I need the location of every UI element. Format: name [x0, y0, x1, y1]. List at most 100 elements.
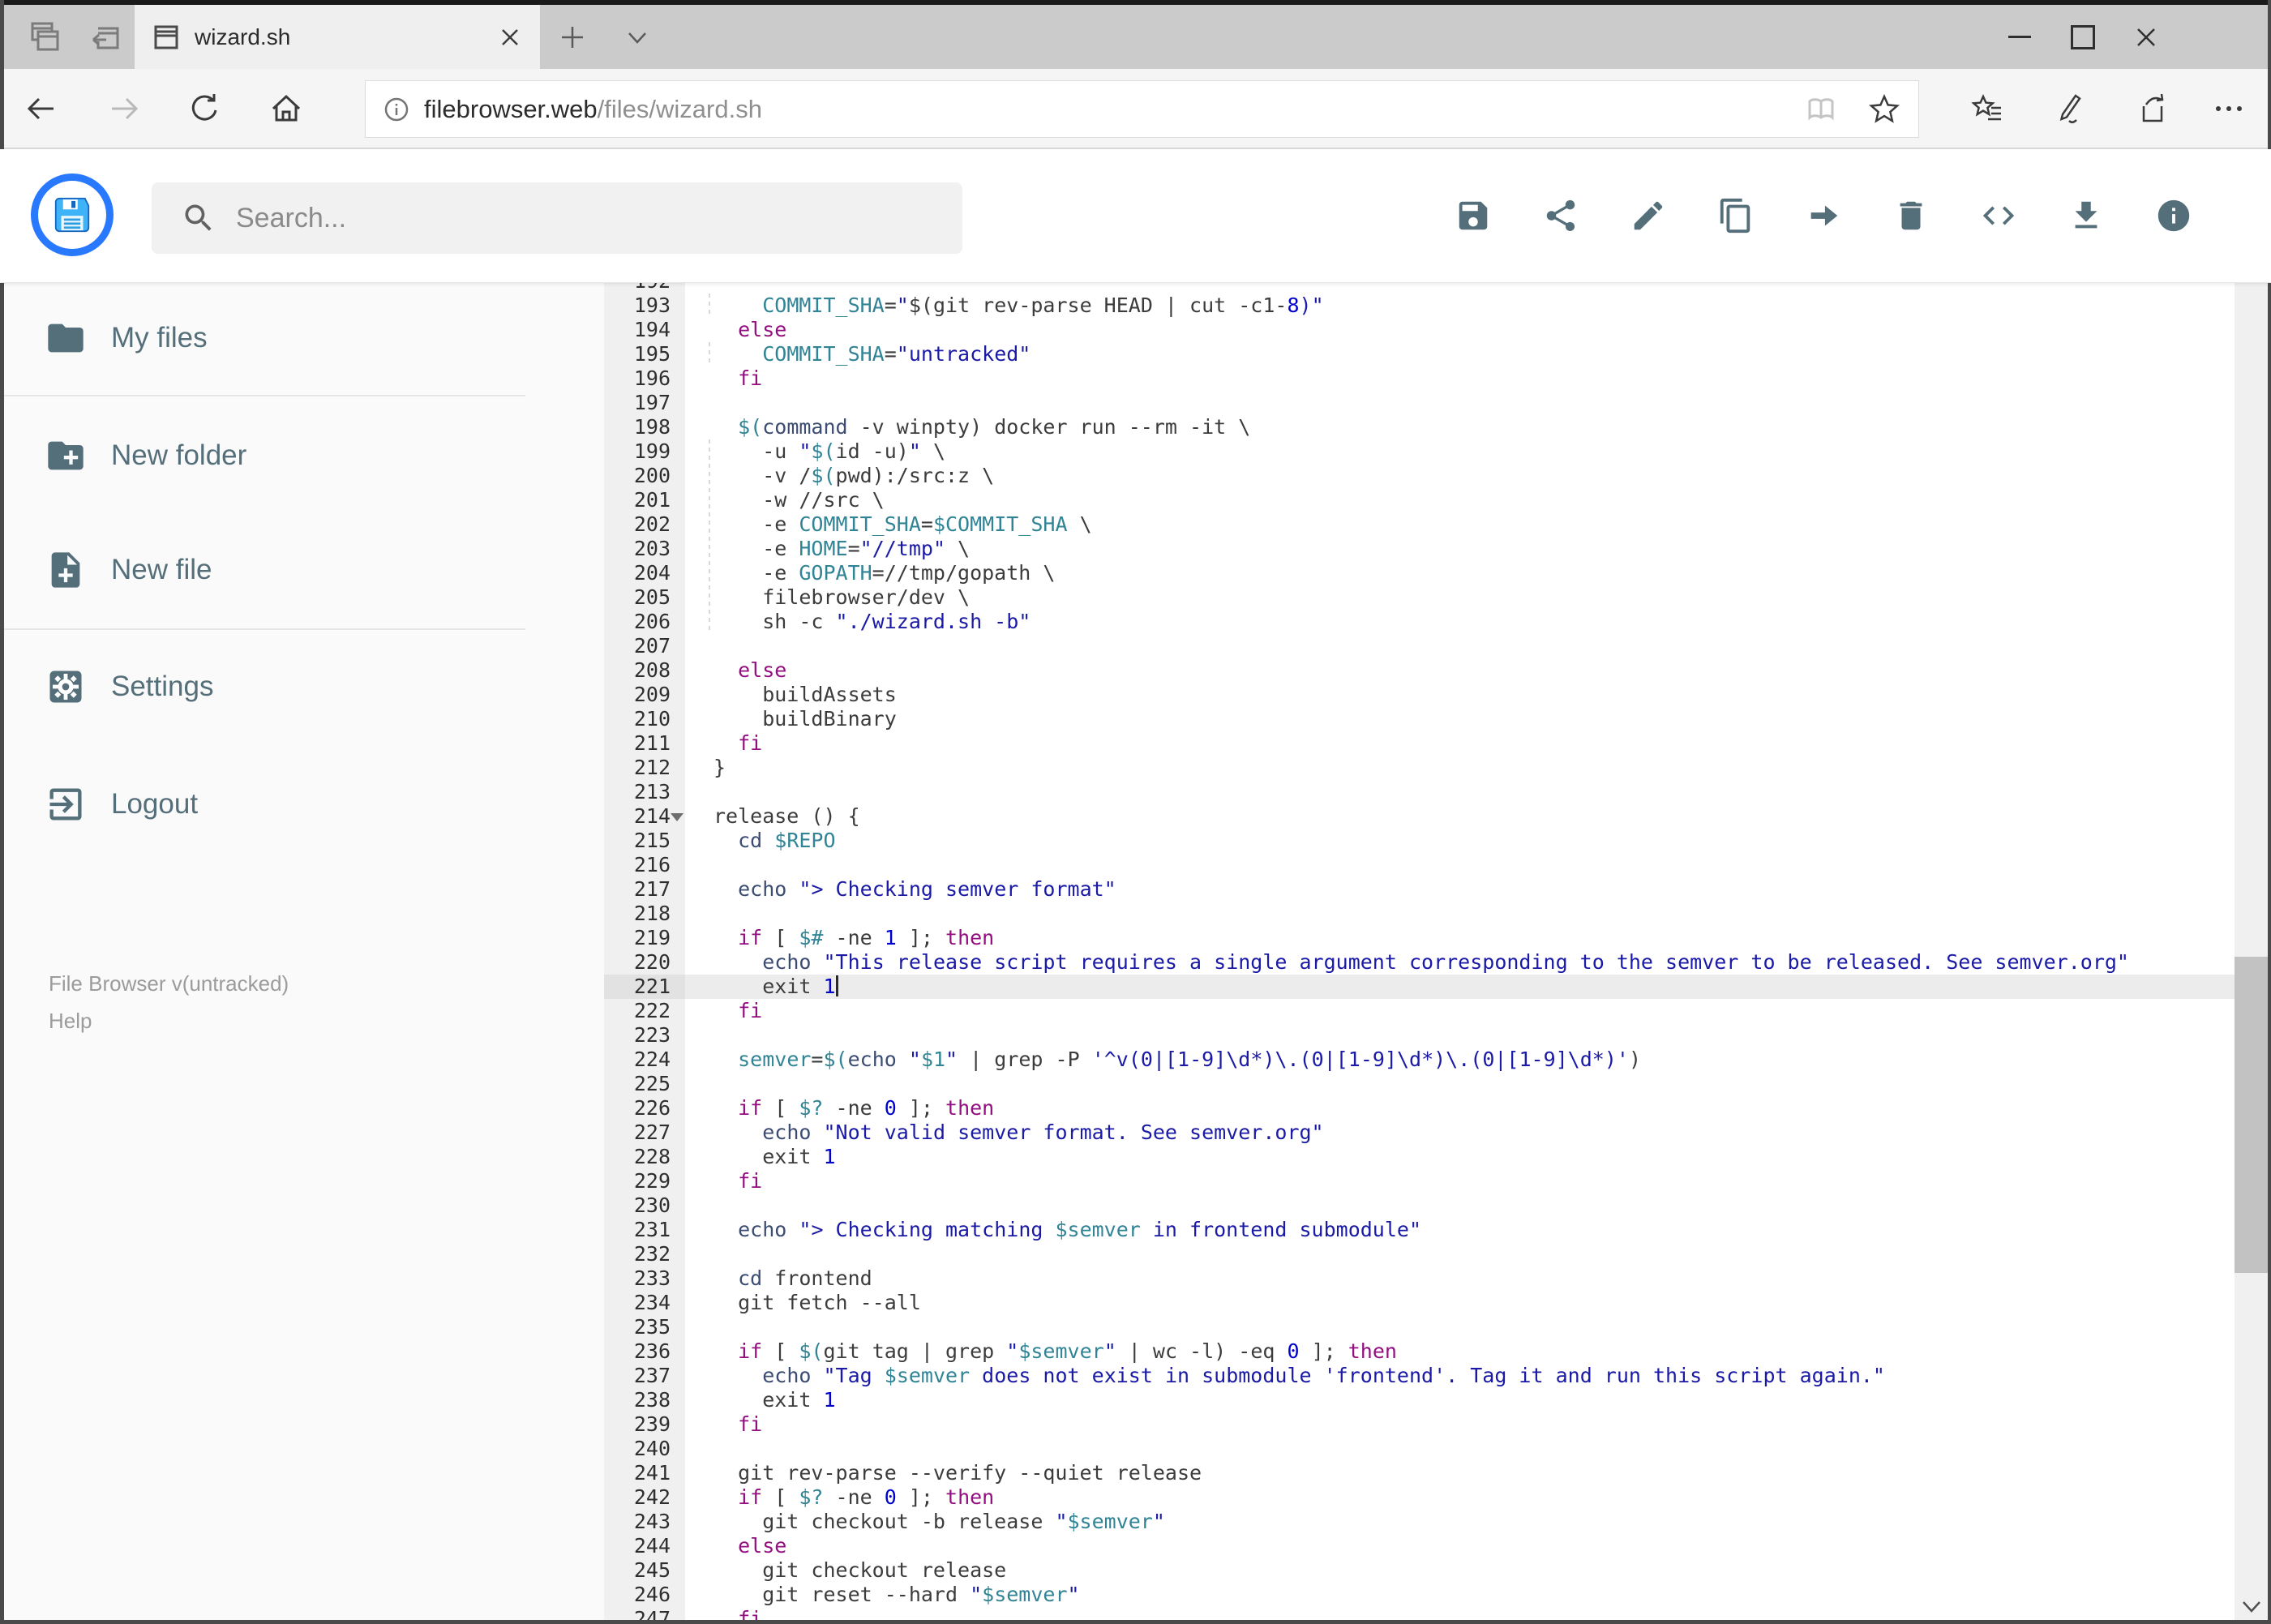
hub-button[interactable] — [1960, 69, 2014, 148]
code-line[interactable]: 243 git checkout -b release "$semver" — [604, 1510, 2235, 1534]
close-button[interactable] — [2115, 5, 2178, 69]
code-line[interactable]: 224 semver=$(echo "$1" | grep -P '^v(0|[… — [604, 1048, 2235, 1072]
code-line[interactable]: 203 -e HOME="//tmp" \ — [604, 537, 2235, 561]
code-line[interactable]: 212} — [604, 756, 2235, 780]
page-scrollbar-track[interactable] — [2235, 150, 2268, 1622]
code-line[interactable]: 239 fi — [604, 1412, 2235, 1437]
code-line[interactable]: 232 — [604, 1242, 2235, 1266]
scroll-down-button[interactable] — [2235, 1591, 2268, 1623]
code-line[interactable]: 227 echo "Not valid semver format. See s… — [604, 1121, 2235, 1145]
code-line[interactable]: 237 echo "Tag $semver does not exist in … — [604, 1364, 2235, 1388]
code-line[interactable]: 233 cd frontend — [604, 1266, 2235, 1291]
share-button[interactable] — [1520, 149, 1601, 282]
sidebar-item-new-file[interactable]: New file — [0, 533, 604, 606]
code-line[interactable]: 206 sh -c "./wizard.sh -b" — [604, 610, 2235, 634]
file-info-button[interactable] — [2133, 149, 2214, 282]
code-line[interactable]: 234 git fetch --all — [604, 1291, 2235, 1315]
code-line[interactable]: 216 — [604, 853, 2235, 877]
edit-button[interactable] — [1608, 149, 1689, 282]
code-line[interactable]: 213 — [604, 780, 2235, 804]
maximize-button[interactable] — [2051, 5, 2115, 69]
delete-button[interactable] — [1870, 149, 1952, 282]
code-editor[interactable]: 192193 COMMIT_SHA="$(git rev-parse HEAD … — [604, 282, 2235, 1622]
sidebar-item-my-files[interactable]: My files — [0, 302, 604, 375]
share-page-button[interactable] — [2126, 69, 2179, 148]
code-line[interactable]: 235 — [604, 1315, 2235, 1339]
minimize-button[interactable] — [1988, 5, 2051, 69]
fold-icon[interactable] — [671, 813, 683, 821]
code-line[interactable]: 242 if [ $? -ne 0 ]; then — [604, 1485, 2235, 1510]
code-line[interactable]: 211 fi — [604, 731, 2235, 756]
home-button[interactable] — [258, 69, 315, 148]
code-line[interactable]: 199 -u "$(id -u)" \ — [604, 439, 2235, 464]
code-line[interactable]: 214 release () { — [604, 804, 2235, 829]
code-line[interactable]: 231 echo "> Checking matching $semver in… — [604, 1218, 2235, 1242]
code-line[interactable]: 240 — [604, 1437, 2235, 1461]
more-button[interactable] — [2202, 69, 2256, 148]
code-line[interactable]: 226 if [ $? -ne 0 ]; then — [604, 1096, 2235, 1121]
code-line[interactable]: 192 — [604, 282, 2235, 294]
code-line[interactable]: 223 — [604, 1023, 2235, 1048]
code-line[interactable]: 205 filebrowser/dev \ — [604, 585, 2235, 610]
ink-button[interactable] — [2043, 69, 2097, 148]
refresh-button[interactable] — [177, 69, 234, 148]
code-line[interactable]: 236 if [ $(git tag | grep "$semver" | wc… — [604, 1339, 2235, 1364]
code-line[interactable]: 222 fi — [604, 999, 2235, 1023]
code-line[interactable]: 209 buildAssets — [604, 683, 2235, 707]
set-tabs-aside-button[interactable] — [77, 5, 134, 69]
address-bar[interactable]: filebrowser.web/files/wizard.sh — [365, 80, 1919, 138]
back-button[interactable] — [13, 69, 70, 148]
reading-view-button[interactable] — [1803, 92, 1839, 127]
save-button[interactable] — [1433, 149, 1514, 282]
code-line[interactable]: 215 cd $REPO — [604, 829, 2235, 853]
copy-button[interactable] — [1695, 149, 1776, 282]
code-line[interactable]: 200 -v /$(pwd):/src:z \ — [604, 464, 2235, 488]
code-line[interactable]: 218 — [604, 902, 2235, 926]
code-line[interactable]: 210 buildBinary — [604, 707, 2235, 731]
sidebar-item-logout[interactable]: Logout — [0, 768, 604, 841]
code-line[interactable]: 228 exit 1 — [604, 1145, 2235, 1169]
help-link[interactable]: Help — [49, 1002, 92, 1039]
code-line[interactable]: 194 else — [604, 318, 2235, 342]
tab-close-button[interactable] — [499, 27, 521, 48]
code-button[interactable] — [1958, 149, 2039, 282]
code-line[interactable]: 207 — [604, 634, 2235, 658]
forward-button[interactable] — [96, 69, 152, 148]
app-logo[interactable] — [31, 174, 114, 256]
code-line[interactable]: 245 git checkout release — [604, 1558, 2235, 1583]
code-line[interactable]: 238 exit 1 — [604, 1388, 2235, 1412]
sidebar-item-new-folder[interactable]: New folder — [0, 419, 604, 492]
browser-tab[interactable]: wizard.sh — [135, 5, 540, 69]
search-input[interactable] — [234, 201, 962, 235]
code-line[interactable]: 197 — [604, 391, 2235, 415]
search-box[interactable] — [152, 182, 962, 254]
code-line[interactable]: 241 git rev-parse --verify --quiet relea… — [604, 1461, 2235, 1485]
code-line[interactable]: 217 echo "> Checking semver format" — [604, 877, 2235, 902]
code-line[interactable]: 201 -w //src \ — [604, 488, 2235, 512]
tab-preview-button[interactable] — [16, 5, 73, 69]
code-line[interactable]: 230 — [604, 1193, 2235, 1218]
code-line[interactable]: 208 else — [604, 658, 2235, 683]
code-line[interactable]: 195 COMMIT_SHA="untracked" — [604, 342, 2235, 366]
code-line[interactable]: 198 $(command -v winpty) docker run --rm… — [604, 415, 2235, 439]
info-icon[interactable] — [380, 93, 413, 126]
code-line[interactable]: 204 -e GOPATH=//tmp/gopath \ — [604, 561, 2235, 585]
code-line[interactable]: 219 if [ $# -ne 1 ]; then — [604, 926, 2235, 950]
move-button[interactable] — [1783, 149, 1864, 282]
code-line[interactable]: 202 -e COMMIT_SHA=$COMMIT_SHA \ — [604, 512, 2235, 537]
tab-list-dropdown[interactable] — [613, 5, 662, 69]
favorite-star-button[interactable] — [1866, 92, 1902, 127]
line-number[interactable]: 214 — [604, 804, 685, 829]
code-line[interactable]: 225 — [604, 1072, 2235, 1096]
code-line[interactable]: 229 fi — [604, 1169, 2235, 1193]
download-button[interactable] — [2046, 149, 2127, 282]
code-line[interactable]: 193 COMMIT_SHA="$(git rev-parse HEAD | c… — [604, 294, 2235, 318]
new-tab-button[interactable] — [548, 5, 597, 69]
code-line[interactable]: 221 exit 1 — [604, 975, 2235, 999]
code-line[interactable]: 246 git reset --hard "$semver" — [604, 1583, 2235, 1607]
code-line[interactable]: 220 echo "This release script requires a… — [604, 950, 2235, 975]
code-line[interactable]: 244 else — [604, 1534, 2235, 1558]
sidebar-item-settings[interactable]: Settings — [0, 650, 604, 723]
code-line[interactable]: 196 fi — [604, 366, 2235, 391]
page-scrollbar-thumb[interactable] — [2235, 957, 2268, 1273]
